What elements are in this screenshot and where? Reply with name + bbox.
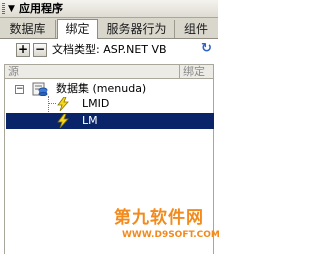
panel-title[interactable]: 应用程序 bbox=[19, 2, 63, 16]
field-label-lmid: LMID bbox=[82, 97, 110, 110]
column-header: 源 绑定 bbox=[4, 64, 214, 79]
watermark-url: WWW.D9SOFT.COM bbox=[122, 230, 220, 240]
lightning-icon bbox=[57, 114, 69, 128]
dataset-icon bbox=[32, 82, 48, 96]
application-panel: ▼ 应用程序 数据库 绑定 服务器行为 组件 + − 文档类型: ASP.NET… bbox=[0, 0, 220, 258]
field-row-lmid[interactable]: LMID bbox=[6, 96, 214, 112]
tab-database[interactable]: 数据库 bbox=[0, 20, 56, 38]
add-binding-button[interactable]: + bbox=[16, 43, 30, 57]
column-source[interactable]: 源 bbox=[8, 65, 19, 78]
dataset-label[interactable]: 数据集 (menuda) bbox=[56, 82, 146, 96]
tab-server-behaviors[interactable]: 服务器行为 bbox=[99, 20, 175, 38]
field-label-lm: LM bbox=[82, 114, 98, 127]
panel-tabs: 数据库 绑定 服务器行为 组件 bbox=[0, 18, 218, 39]
lightning-icon bbox=[57, 97, 69, 111]
column-binding[interactable]: 绑定 bbox=[179, 65, 213, 78]
tab-bindings[interactable]: 绑定 bbox=[57, 19, 98, 39]
panel-grip-icon[interactable] bbox=[2, 3, 5, 14]
collapse-arrow-icon[interactable]: ▼ bbox=[8, 3, 15, 15]
collapse-tree-icon[interactable]: − bbox=[15, 85, 24, 94]
tab-components[interactable]: 组件 bbox=[176, 20, 216, 38]
document-type-label: 文档类型: ASP.NET VB bbox=[52, 43, 167, 56]
bindings-toolbar: + − 文档类型: ASP.NET VB ↻ bbox=[0, 39, 218, 63]
field-row-lm[interactable]: LM bbox=[6, 113, 214, 129]
watermark: 第九软件网 WWW.D9SOFT.COM bbox=[114, 208, 220, 256]
remove-binding-button[interactable]: − bbox=[33, 43, 47, 57]
refresh-icon[interactable]: ↻ bbox=[201, 42, 212, 56]
watermark-text: 第九软件网 bbox=[114, 208, 204, 228]
panel-title-bar[interactable]: ▼ 应用程序 bbox=[0, 0, 218, 18]
